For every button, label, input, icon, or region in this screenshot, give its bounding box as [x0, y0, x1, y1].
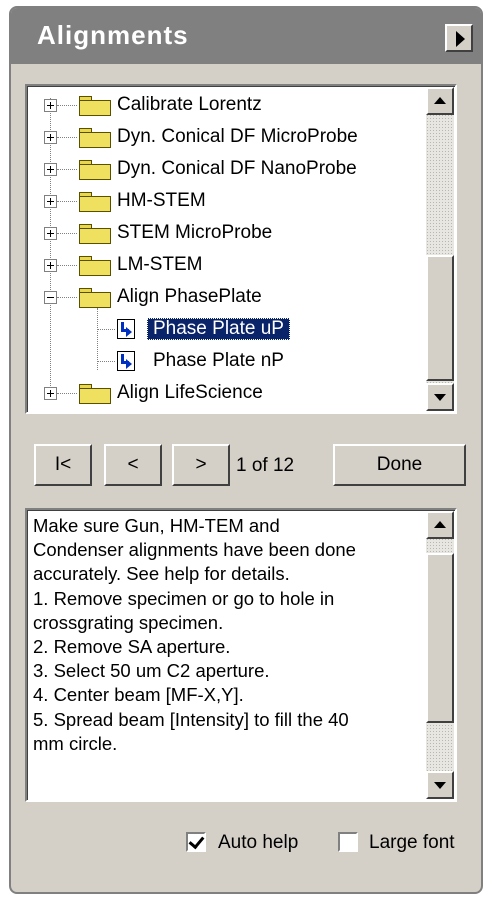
- panel-title: Alignments: [37, 20, 189, 50]
- first-step-button[interactable]: I<: [34, 444, 92, 486]
- help-text: Make sure Gun, HM-TEM and Condenser alig…: [33, 515, 356, 754]
- large-font-checkbox[interactable]: [338, 832, 358, 852]
- title-bar: Alignments: [11, 8, 481, 64]
- tree-connector-line: [57, 137, 77, 138]
- tree-item-align-phaseplate[interactable]: Align PhasePlate: [27, 282, 427, 312]
- large-font-label[interactable]: Large font: [369, 832, 455, 854]
- tree-item-label: Phase Plate nP: [153, 350, 284, 371]
- tree-connector-line: [97, 361, 115, 362]
- tree-item-label: STEM MicroProbe: [117, 222, 273, 243]
- done-button[interactable]: Done: [333, 444, 466, 486]
- tree-item-lm-stem[interactable]: LM-STEM: [27, 250, 427, 280]
- scroll-up-button[interactable]: [426, 511, 454, 539]
- folder-icon: [79, 96, 111, 116]
- tree-item-dyn-conical-df-microprobe[interactable]: Dyn. Conical DF MicroProbe: [27, 122, 427, 152]
- tree-item-dyn-conical-df-nanoprobe[interactable]: Dyn. Conical DF NanoProbe: [27, 154, 427, 184]
- tree-item-label-selected: Phase Plate uP: [147, 318, 290, 340]
- help-text-box[interactable]: Make sure Gun, HM-TEM and Condenser alig…: [25, 508, 457, 802]
- tree-connector-line: [57, 201, 77, 202]
- folder-icon: [79, 128, 111, 148]
- plus-box-icon[interactable]: [44, 131, 57, 144]
- arrow-down-icon: [434, 782, 446, 789]
- auto-help-checkbox[interactable]: [186, 832, 206, 852]
- procedure-icon: [117, 319, 135, 339]
- plus-box-icon[interactable]: [44, 259, 57, 272]
- tree-connector-line: [57, 393, 77, 394]
- scroll-thumb[interactable]: [426, 553, 454, 723]
- arrow-up-icon: [434, 521, 446, 528]
- plus-box-icon[interactable]: [44, 227, 57, 240]
- plus-box-icon[interactable]: [44, 99, 57, 112]
- tree-item-label: Dyn. Conical DF MicroProbe: [117, 126, 358, 147]
- panel-collapse-button[interactable]: [445, 24, 473, 52]
- scroll-down-button[interactable]: [426, 771, 454, 799]
- folder-icon: [79, 288, 111, 308]
- tree-connector-line: [57, 265, 77, 266]
- tree-scrollbar[interactable]: [426, 87, 454, 411]
- tree-item-stem-microprobe[interactable]: STEM MicroProbe: [27, 218, 427, 248]
- checkmark-icon: [188, 832, 205, 850]
- tree-connector-line: [57, 169, 77, 170]
- alignment-tree[interactable]: Calibrate Lorentz Dyn. Conical DF MicroP…: [25, 84, 457, 414]
- scroll-thumb[interactable]: [426, 255, 454, 381]
- tree-item-label: Align LifeScience: [117, 382, 263, 403]
- arrow-up-icon: [434, 97, 446, 104]
- folder-icon: [79, 192, 111, 212]
- folder-icon: [79, 160, 111, 180]
- procedure-icon: [117, 351, 135, 371]
- tree-item-label: Align PhasePlate: [117, 286, 262, 307]
- minus-box-icon[interactable]: [44, 291, 57, 304]
- tree-item-hm-stem[interactable]: HM-STEM: [27, 186, 427, 216]
- tree-item-phase-plate-np[interactable]: Phase Plate nP: [27, 346, 427, 376]
- next-step-button[interactable]: >: [172, 444, 230, 486]
- folder-icon: [79, 256, 111, 276]
- previous-step-button[interactable]: <: [104, 444, 162, 486]
- scroll-down-button[interactable]: [426, 383, 454, 411]
- tree-item-calibrate-lorentz[interactable]: Calibrate Lorentz: [27, 90, 427, 120]
- plus-box-icon[interactable]: [44, 195, 57, 208]
- arrow-down-icon: [434, 394, 446, 401]
- plus-box-icon[interactable]: [44, 163, 57, 176]
- folder-icon: [79, 224, 111, 244]
- tree-item-phase-plate-up[interactable]: Phase Plate uP: [27, 314, 427, 344]
- auto-help-label[interactable]: Auto help: [218, 832, 298, 854]
- tree-item-label: Calibrate Lorentz: [117, 94, 262, 115]
- step-counter: 1 of 12: [236, 455, 295, 476]
- tree-item-label: HM-STEM: [117, 190, 206, 211]
- tree-connector-line: [57, 297, 77, 298]
- tree-item-label: Dyn. Conical DF NanoProbe: [117, 158, 357, 179]
- tree-connector-line: [97, 329, 115, 330]
- tree-connector-line: [57, 233, 77, 234]
- triangle-right-icon: [456, 31, 465, 47]
- tree-item-label: LM-STEM: [117, 254, 203, 275]
- tree-connector-line: [57, 105, 77, 106]
- folder-icon: [79, 384, 111, 404]
- plus-box-icon[interactable]: [44, 387, 57, 400]
- scroll-up-button[interactable]: [426, 87, 454, 115]
- help-scrollbar[interactable]: [426, 511, 454, 799]
- tree-item-align-lifescience[interactable]: Align LifeScience: [27, 378, 427, 408]
